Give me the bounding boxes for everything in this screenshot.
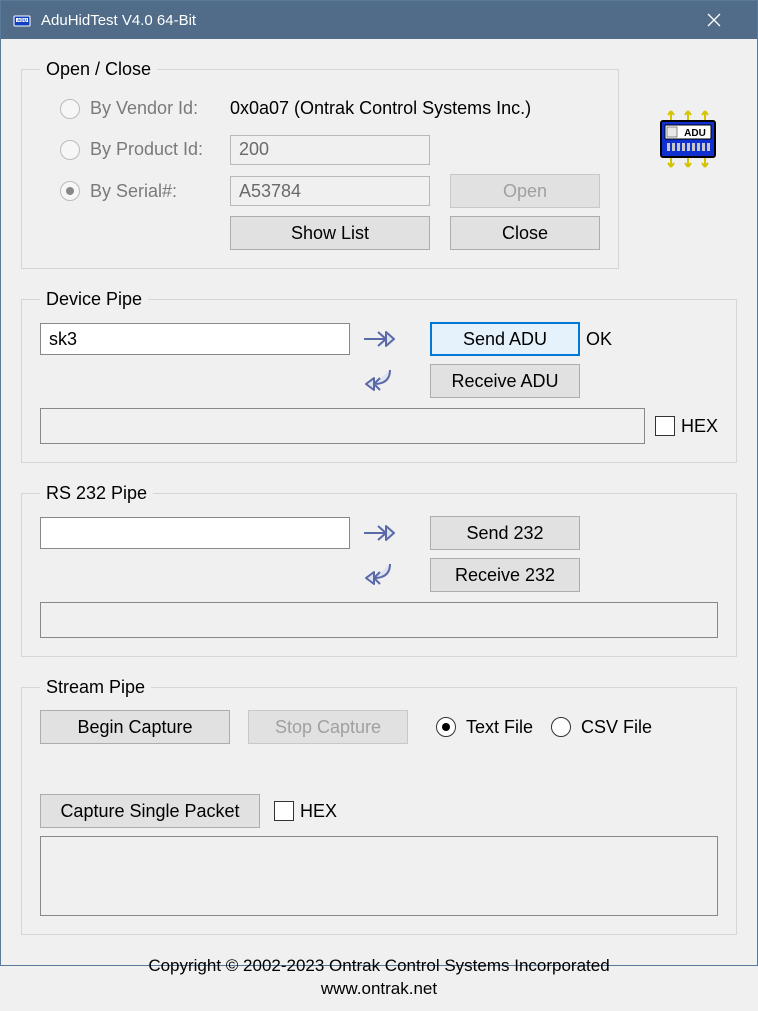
send-arrow-icon (360, 521, 400, 545)
stop-capture-button[interactable]: Stop Capture (248, 710, 408, 744)
by-vendor-label: By Vendor Id: (90, 98, 230, 119)
rs232-pipe-input[interactable] (40, 517, 350, 549)
rs232-pipe-group: RS 232 Pipe Send 232 Receive 232 (21, 483, 737, 657)
app-window: ADU AduHidTest V4.0 64-Bit (0, 0, 758, 966)
by-serial-label: By Serial#: (90, 181, 230, 202)
by-product-radio[interactable] (60, 140, 80, 160)
by-serial-radio[interactable] (60, 181, 80, 201)
titlebar: ADU AduHidTest V4.0 64-Bit (1, 1, 757, 39)
capture-single-packet-button[interactable]: Capture Single Packet (40, 794, 260, 828)
svg-text:ADU: ADU (684, 128, 706, 139)
open-close-group: Open / Close By Vendor Id: 0x0a07 (Ontra… (21, 59, 619, 269)
serial-input[interactable] (230, 176, 430, 206)
csv-file-radio-label[interactable]: CSV File (551, 717, 652, 738)
receive-arrow-icon (360, 366, 400, 396)
app-icon: ADU (11, 9, 33, 31)
stream-pipe-legend: Stream Pipe (40, 677, 151, 698)
device-pipe-output (40, 408, 645, 444)
receive-arrow-icon (360, 560, 400, 590)
receive-adu-button[interactable]: Receive ADU (430, 364, 580, 398)
send-arrow-icon (360, 327, 400, 351)
send-adu-button[interactable]: Send ADU (430, 322, 580, 356)
website-text: www.ontrak.net (21, 978, 737, 1001)
begin-capture-button[interactable]: Begin Capture (40, 710, 230, 744)
product-id-input[interactable] (230, 135, 430, 165)
copyright-text: Copyright © 2002-2023 Ontrak Control Sys… (21, 955, 737, 978)
stream-hex-checkbox[interactable] (274, 801, 294, 821)
device-hex-checkbox[interactable] (655, 416, 675, 436)
window-title: AduHidTest V4.0 64-Bit (41, 12, 707, 29)
open-button[interactable]: Open (450, 174, 600, 208)
show-list-button[interactable]: Show List (230, 216, 430, 250)
vendor-id-text: 0x0a07 (Ontrak Control Systems Inc.) (230, 98, 600, 119)
csv-file-radio[interactable] (551, 717, 571, 737)
rs232-pipe-legend: RS 232 Pipe (40, 483, 153, 504)
open-close-legend: Open / Close (40, 59, 157, 80)
by-product-label: By Product Id: (90, 139, 230, 160)
rs232-pipe-output (40, 602, 718, 638)
client-area: ADU Open / Close By Vendor Id: 0x0 (1, 39, 757, 1011)
device-pipe-input[interactable] (40, 323, 350, 355)
by-vendor-row: By Vendor Id: (60, 98, 230, 119)
send-232-button[interactable]: Send 232 (430, 516, 580, 550)
adu-logo: ADU (653, 109, 723, 169)
device-pipe-status: OK (580, 329, 640, 350)
device-hex-checkbox-label[interactable]: HEX (655, 416, 718, 437)
stream-hex-checkbox-label[interactable]: HEX (274, 801, 337, 822)
by-vendor-radio[interactable] (60, 99, 80, 119)
svg-text:ADU: ADU (17, 18, 27, 23)
stream-pipe-output (40, 836, 718, 916)
device-pipe-group: Device Pipe Send ADU OK Receive ADU (21, 289, 737, 463)
by-product-row: By Product Id: (60, 139, 230, 160)
text-file-radio-label[interactable]: Text File (436, 717, 533, 738)
close-icon[interactable] (707, 13, 747, 27)
text-file-radio[interactable] (436, 717, 456, 737)
stream-pipe-group: Stream Pipe Begin Capture Stop Capture T… (21, 677, 737, 935)
device-pipe-legend: Device Pipe (40, 289, 148, 310)
close-button[interactable]: Close (450, 216, 600, 250)
receive-232-button[interactable]: Receive 232 (430, 558, 580, 592)
by-serial-row: By Serial#: (60, 181, 230, 202)
footer: Copyright © 2002-2023 Ontrak Control Sys… (21, 955, 737, 1001)
